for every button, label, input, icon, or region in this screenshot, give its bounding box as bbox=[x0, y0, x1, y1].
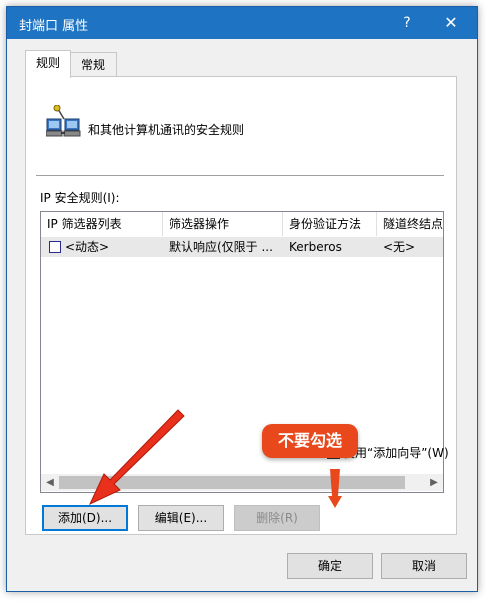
annotation-arrows bbox=[88, 409, 342, 508]
red-arrow-icon bbox=[88, 409, 185, 506]
tab-rules[interactable]: 规则 bbox=[25, 50, 71, 78]
callout-pointer bbox=[328, 469, 342, 508]
